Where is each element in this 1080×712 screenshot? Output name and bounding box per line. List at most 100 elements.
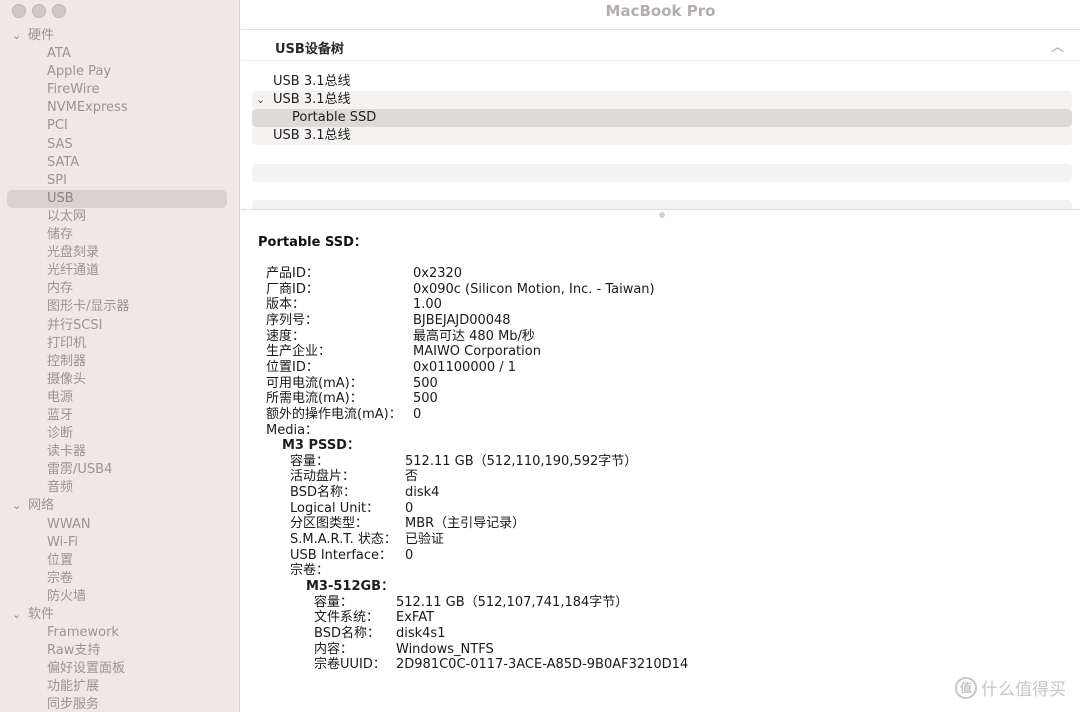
tree-panel-title: USB设备树 (275, 42, 344, 57)
sidebar-item[interactable]: SAS (0, 136, 239, 154)
sidebar-item[interactable]: 打印机 (0, 335, 239, 353)
sidebar-item[interactable]: Wi-Fi (0, 534, 239, 552)
property-value: 0 (405, 500, 414, 516)
tree-row[interactable]: USB 3.1总线 (252, 127, 1072, 145)
zoom-window-button[interactable] (52, 4, 66, 18)
property-row: 厂商ID： 0x090c (Silicon Motion, Inc. - Taiw… (266, 282, 966, 298)
sidebar-item[interactable]: 以太网 (0, 208, 239, 226)
sidebar-item[interactable]: 图形卡/显示器 (0, 298, 239, 316)
sidebar-item[interactable]: 诊断 (0, 425, 239, 443)
sidebar-item[interactable]: NVMExpress (0, 99, 239, 117)
sidebar-category[interactable]: ⌄ 网络 (0, 497, 239, 515)
minimize-window-button[interactable] (32, 4, 46, 18)
chevron-down-icon[interactable]: ⌄ (12, 27, 28, 45)
sidebar-item[interactable]: 光纤通道 (0, 262, 239, 280)
sidebar-item[interactable]: SATA (0, 154, 239, 172)
sidebar-item[interactable]: 储存 (0, 226, 239, 244)
property-key: 额外的操作电流(mA)： (266, 406, 402, 422)
sidebar-item[interactable]: 读卡器 (0, 443, 239, 461)
sidebar-category[interactable]: ⌄ 硬件 (0, 27, 239, 45)
sidebar-item-label: SAS (47, 136, 73, 152)
property-key: S.M.A.R.T. 状态： (290, 532, 397, 548)
sidebar-item-label: 以太网 (47, 208, 87, 224)
watermark-logo-icon: 值 (955, 676, 977, 699)
chevron-down-icon[interactable]: ⌄ (12, 606, 28, 624)
sidebar-item[interactable]: 防火墙 (0, 588, 239, 606)
watermark-text: 什么值得买 (981, 680, 1066, 700)
sidebar-item[interactable]: 音频 (0, 479, 239, 497)
pane-splitter[interactable] (241, 209, 1080, 210)
sidebar-item-label: 雷雳/USB4 (47, 462, 113, 478)
sidebar-item[interactable]: FireWire (0, 81, 239, 99)
property-value: 最高可达 480 Mb/秒 (413, 328, 535, 344)
property-key: 宗卷UUID： (314, 657, 386, 673)
sidebar-item[interactable]: WWAN (0, 516, 239, 534)
sidebar-item[interactable]: 宗卷 (0, 570, 239, 588)
tree-row-label: USB 3.1总线 (273, 92, 351, 107)
sidebar-item[interactable]: PCI (0, 117, 239, 135)
chevron-up-icon[interactable]: ︿ (1051, 36, 1064, 55)
tree-row[interactable]: Portable SSD (252, 109, 1072, 127)
property-row: 所需电流(mA)： 500 (266, 391, 966, 407)
property-value: BJBEJAJD00048 (413, 312, 511, 328)
sidebar-item[interactable]: USB (7, 189, 227, 208)
sidebar-item[interactable]: 同步服务 (0, 696, 239, 712)
sidebar-category[interactable]: ⌄ 软件 (0, 606, 239, 624)
sidebar-item[interactable]: ATA (0, 45, 239, 63)
chevron-down-icon[interactable]: ⌄ (256, 91, 265, 109)
tree-row[interactable]: USB 3.1总线 (252, 73, 1072, 91)
sidebar-item[interactable]: 雷雳/USB4 (0, 461, 239, 479)
property-key: 序列号： (266, 312, 319, 328)
property-row: S.M.A.R.T. 状态： 已验证 (290, 532, 990, 548)
sidebar-item[interactable]: 电源 (0, 389, 239, 407)
property-key: 活动盘片： (290, 469, 356, 485)
sidebar-item[interactable]: 光盘刻录 (0, 244, 239, 262)
property-value: Windows_NTFS (396, 641, 494, 657)
chevron-down-icon[interactable]: ⌄ (12, 497, 28, 515)
sidebar-item-label: 音频 (47, 480, 74, 496)
sidebar-item[interactable]: 内存 (0, 280, 239, 298)
property-value: 512.11 GB（512,110,190,592字节） (405, 453, 638, 469)
property-key: 分区图类型： (290, 516, 369, 532)
sidebar-item-label: ATA (47, 46, 71, 62)
sidebar-item[interactable]: 功能扩展 (0, 678, 239, 696)
property-key: 文件系统： (314, 610, 380, 626)
sidebar-item-label: Wi-Fi (47, 534, 79, 550)
property-value: 0x2320 (413, 266, 463, 281)
sidebar-item-label: NVMExpress (47, 100, 128, 116)
sidebar-item[interactable]: 位置 (0, 552, 239, 570)
sidebar-item[interactable]: 并行SCSI (0, 317, 239, 335)
close-window-button[interactable] (12, 4, 26, 18)
tree-panel-header: USB设备树 ︿ (241, 29, 1080, 61)
tree-row[interactable]: ⌄ USB 3.1总线 (252, 91, 1072, 109)
sidebar-item-label: 功能扩展 (47, 679, 100, 695)
splitter-handle[interactable] (659, 212, 665, 218)
sidebar-item[interactable]: Raw支持 (0, 642, 239, 660)
sidebar-item-label: 并行SCSI (47, 317, 103, 333)
sidebar-item[interactable]: Apple Pay (0, 63, 239, 81)
sidebar-item-label: 电源 (47, 389, 74, 405)
property-key: 生产企业： (266, 344, 332, 360)
sidebar-item[interactable]: SPI (0, 172, 239, 190)
sidebar-item-label: Framework (47, 625, 119, 641)
property-value: disk4 (405, 485, 440, 501)
sidebar: ⌄ 硬件 ATA Apple Pay FireWire NVMExpress PCI SAS S… (0, 0, 240, 712)
property-key: USB Interface： (290, 547, 393, 563)
sidebar-item[interactable]: 摄像头 (0, 371, 239, 389)
property-value: MAIWO Corporation (413, 344, 541, 360)
sidebar-item[interactable]: 蓝牙 (0, 407, 239, 425)
sidebar-item-label: FireWire (47, 82, 100, 98)
property-value: 否 (405, 469, 419, 485)
sidebar-item[interactable]: Framework (0, 624, 239, 642)
sidebar-item[interactable]: 控制器 (0, 353, 239, 371)
usb-device-tree: USB 3.1总线 ⌄ USB 3.1总线 Portable SSD USB 3.1总线 (252, 73, 1072, 145)
sidebar-item-label: 位置 (47, 552, 74, 568)
sidebar-item[interactable]: 偏好设置面板 (0, 660, 239, 678)
property-key: BSD名称： (290, 485, 356, 501)
property-key: 速度： (266, 328, 306, 344)
sidebar-item-label: PCI (47, 118, 68, 134)
property-value: ExFAT (396, 610, 435, 626)
property-key: 厂商ID： (266, 281, 319, 297)
property-value: 0 (413, 406, 422, 422)
sidebar-item-label: 读卡器 (47, 444, 87, 460)
